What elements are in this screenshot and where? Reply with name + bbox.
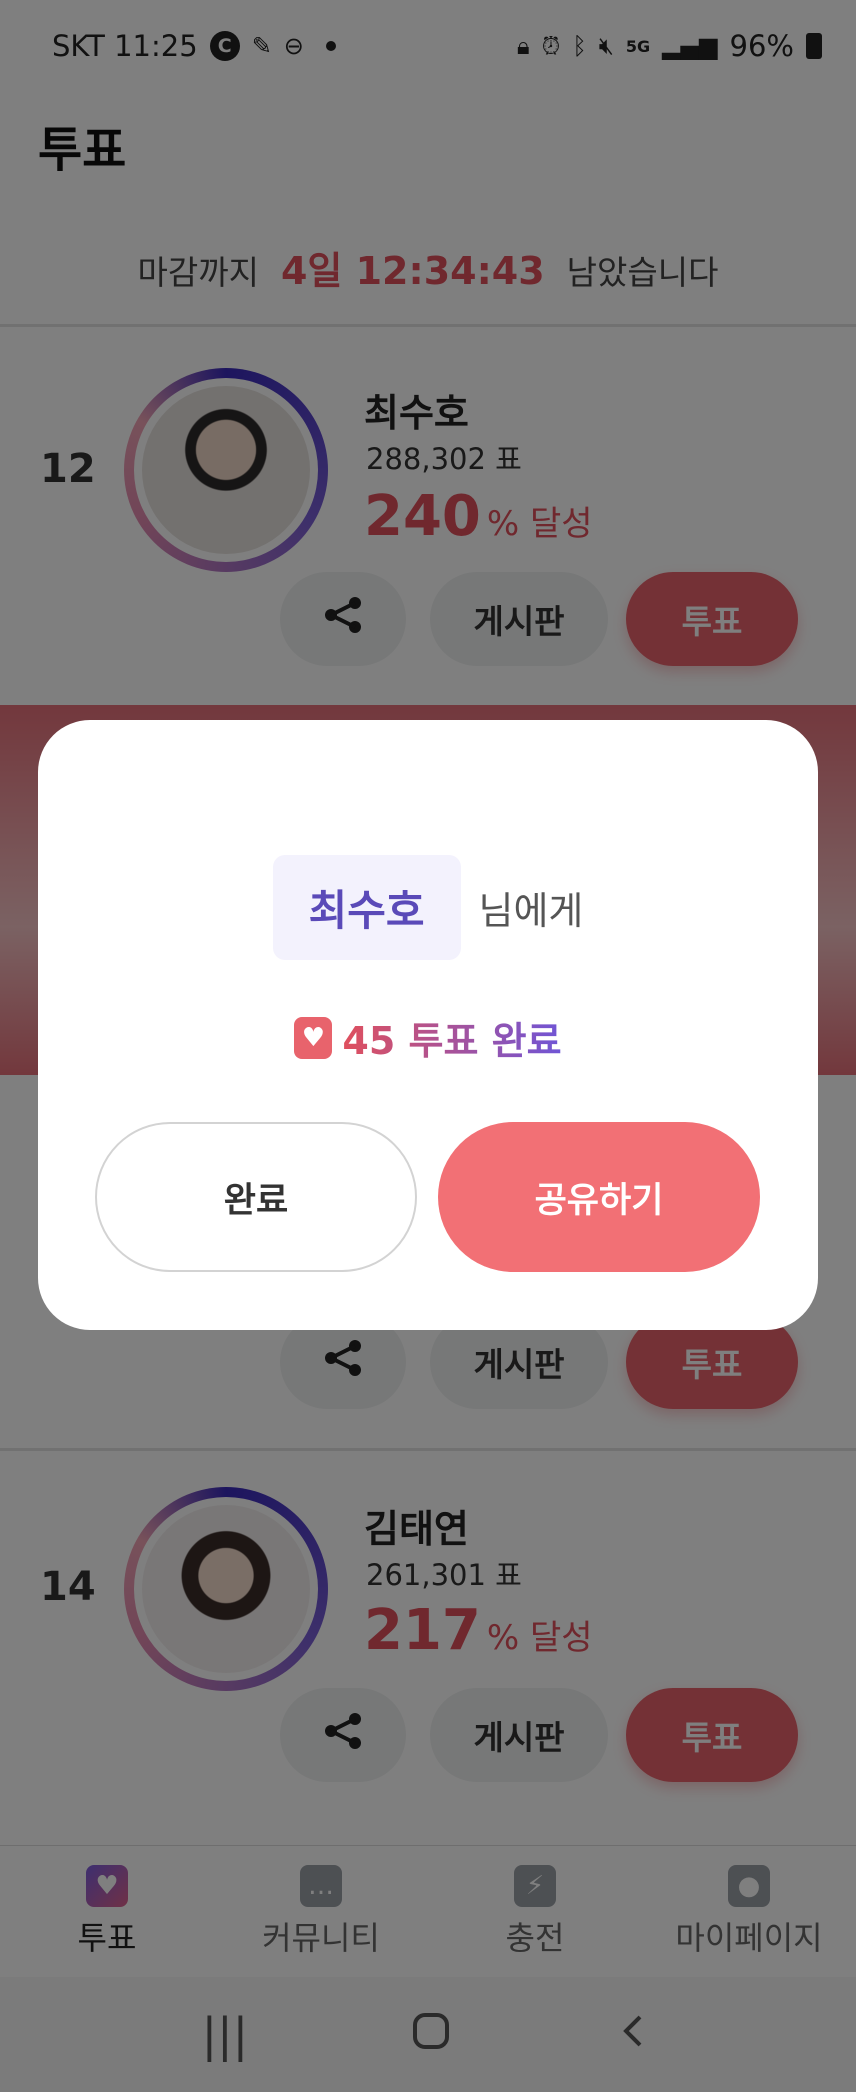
vote-complete-line: ♥ 45 투표 완료 xyxy=(38,1010,818,1065)
recipient-name-chip: 최수호 xyxy=(272,855,461,960)
heart-icon: ♥ xyxy=(294,1016,333,1059)
vote-complete-text: 45 투표 완료 xyxy=(342,1010,561,1065)
recipient-line: 최수호 님에게 xyxy=(38,855,818,960)
recipient-suffix: 님에게 xyxy=(478,889,584,933)
vote-complete-dialog: 최수호 님에게 ♥ 45 투표 완료 완료 공유하기 xyxy=(38,720,818,1330)
share-dialog-button[interactable]: 공유하기 xyxy=(438,1122,760,1272)
complete-button[interactable]: 완료 xyxy=(95,1122,417,1272)
